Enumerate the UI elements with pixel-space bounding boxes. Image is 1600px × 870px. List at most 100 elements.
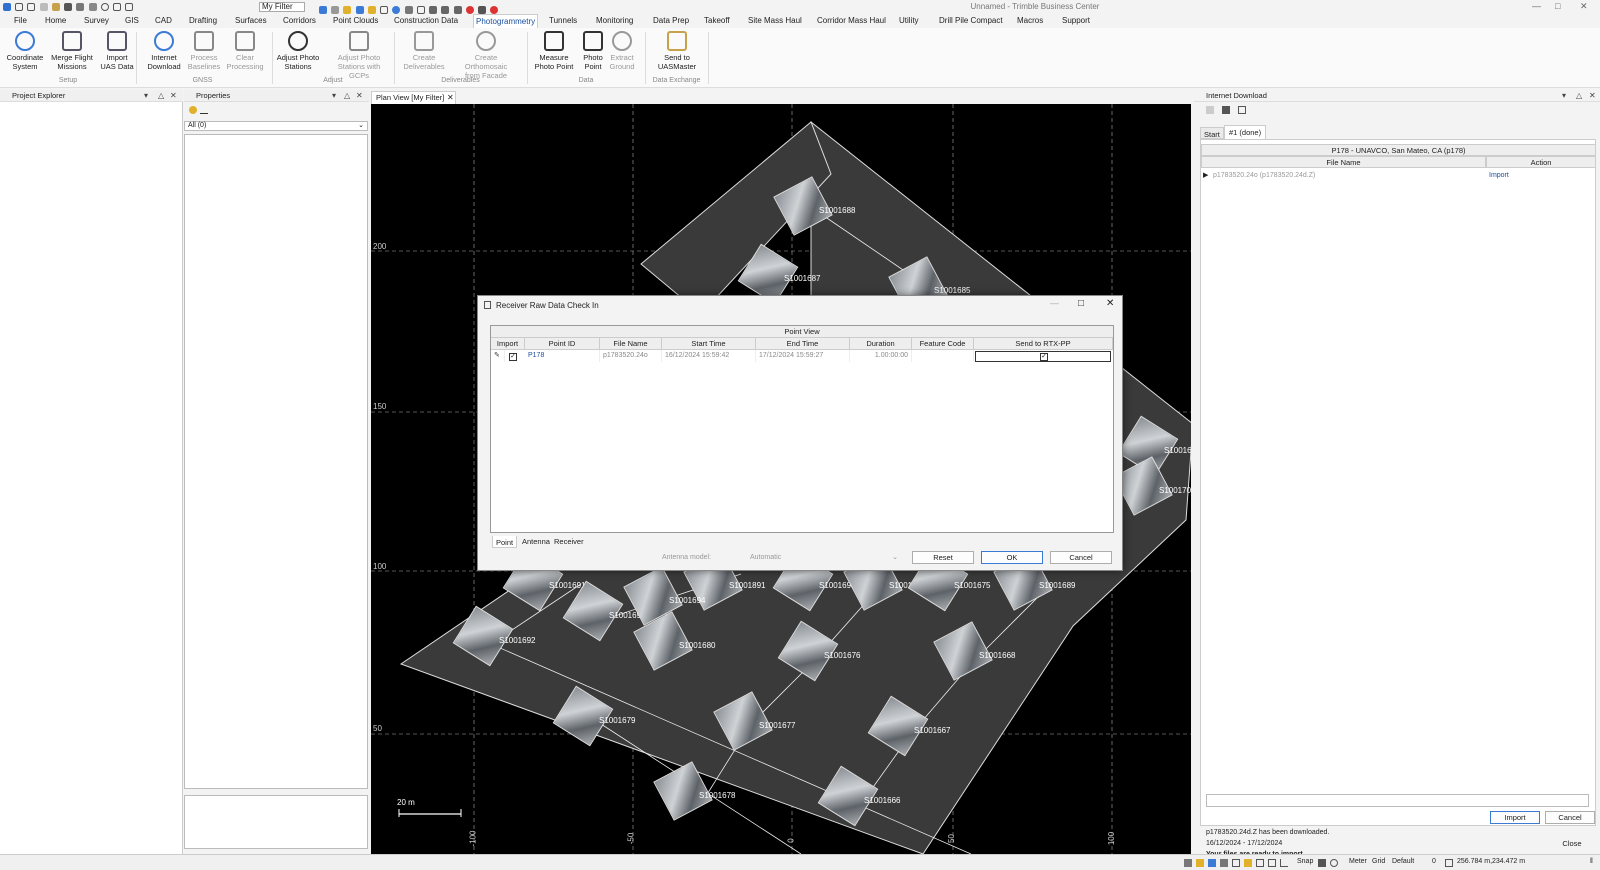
ribbon-button-7[interactable]: Adjust Photo Stations with GCPs [329,31,389,80]
panel-menu-icon[interactable]: ▾ [332,90,336,102]
status-icon[interactable] [1196,859,1204,867]
maximize-icon[interactable]: □ [1555,1,1560,11]
status-icon[interactable] [1268,859,1276,867]
menu-support[interactable]: Support [1060,14,1092,28]
measure-icon[interactable] [416,6,425,14]
lightbulb-icon[interactable] [189,106,197,114]
menu-photogrammetry[interactable]: Photogrammetry [473,14,539,28]
circle-icon[interactable] [100,3,109,11]
default-label[interactable]: Default [1392,858,1414,865]
pen-icon[interactable] [429,6,438,14]
units-label[interactable]: Meter [1349,858,1367,865]
dialog-close-icon[interactable]: ✕ [1106,298,1114,309]
menu-surfaces[interactable]: Surfaces [233,14,269,28]
ribbon-button-8[interactable]: Create Deliverables [394,31,454,71]
status-icon[interactable] [1184,859,1192,867]
note-icon[interactable] [367,6,376,14]
snap-label[interactable]: Snap [1297,858,1313,865]
app-icon[interactable] [3,3,11,11]
tool-icon[interactable] [453,6,462,14]
status-icon[interactable] [1256,859,1264,867]
folder-icon[interactable] [343,6,352,14]
panel-menu-icon[interactable]: ▾ [144,90,148,102]
pin-icon[interactable]: △ [1576,90,1582,102]
menu-takeoff[interactable]: Takeoff [702,14,732,28]
menu-point-clouds[interactable]: Point Clouds [331,14,380,28]
dialog-maximize-icon[interactable]: □ [1078,298,1084,309]
view-icon[interactable] [113,3,122,11]
close-red-icon[interactable] [490,6,499,14]
panel-close-icon[interactable]: ✕ [1589,90,1596,102]
expand-icon[interactable]: ▶ [1203,170,1208,182]
layers-icon[interactable] [355,6,364,14]
resize-grip-icon[interactable]: ‖ [1590,858,1593,865]
row-point-id[interactable]: P178 [525,350,600,362]
tab-antenna[interactable]: Antenna [520,536,552,547]
record-icon[interactable] [465,6,474,14]
page-icon[interactable] [380,6,389,14]
select-icon[interactable] [319,6,327,14]
menu-utility[interactable]: Utility [897,14,921,28]
reset-button[interactable]: Reset [912,551,974,564]
tab-receiver[interactable]: Receiver [552,536,586,547]
menu-construction-data[interactable]: Construction Data [392,14,460,28]
ribbon-button-5[interactable]: Clear Processing [215,31,275,71]
row-feature-code[interactable] [912,350,974,362]
dialog-minimize-icon[interactable]: — [1050,298,1059,308]
download-close-button[interactable]: Close [1548,838,1596,851]
menu-macros[interactable]: Macros [1015,14,1045,28]
filter-select[interactable]: My Filter [259,2,305,12]
status-icon[interactable] [1232,859,1240,867]
document-icon[interactable] [1238,106,1246,114]
panel-menu-icon[interactable]: ▾ [1562,90,1566,102]
grid-label[interactable]: Grid [1372,858,1385,865]
send-rtx-checkbox[interactable]: ✓ [1040,353,1048,361]
menu-cad[interactable]: CAD [153,14,174,28]
line-icon[interactable] [441,6,450,14]
back-icon[interactable] [1206,106,1214,114]
minimize-icon[interactable]: — [1532,1,1541,11]
tab-start[interactable]: Start [1200,127,1224,139]
save-icon[interactable] [1222,106,1230,114]
ok-button[interactable]: OK [981,551,1043,564]
tab-point[interactable]: Point [492,536,518,548]
close-icon[interactable]: ✕ [1580,1,1588,12]
globe-icon[interactable] [392,6,401,14]
undo-icon[interactable] [15,3,24,11]
pin-icon[interactable]: △ [158,90,164,102]
menu-gis[interactable]: GIS [123,14,141,28]
download-row-import-link[interactable]: Import [1489,170,1509,182]
layer-icon[interactable] [125,3,134,11]
stop-icon[interactable] [478,6,487,14]
menu-drafting[interactable]: Drafting [187,14,219,28]
status-icon[interactable] [1220,859,1228,867]
menu-tunnels[interactable]: Tunnels [547,14,579,28]
download-import-button[interactable]: Import [1490,811,1540,824]
panel-close-icon[interactable]: ✕ [356,90,363,102]
import-checkbox[interactable]: ✓ [509,353,517,361]
menu-survey[interactable]: Survey [82,14,111,28]
panel-close-icon[interactable]: ✕ [170,90,177,102]
menu-file[interactable]: File [12,14,29,28]
open-icon[interactable] [51,3,60,11]
ribbon-button-9[interactable]: Create Orthomosaic from Facade [456,31,516,80]
status-icon[interactable] [1244,859,1252,867]
status-icon[interactable] [1208,859,1216,867]
redo-icon[interactable] [27,3,36,11]
tab-close-icon[interactable]: ✕ [447,92,454,104]
filter-icon[interactable] [331,6,340,14]
cancel-button[interactable]: Cancel [1050,551,1112,564]
menu-home[interactable]: Home [43,14,68,28]
menu-site-mass-haul[interactable]: Site Mass Haul [746,14,804,28]
menu-monitoring[interactable]: Monitoring [594,14,635,28]
pin-icon[interactable]: △ [344,90,350,102]
status-icon[interactable] [1318,859,1326,867]
send-rtx-cell[interactable]: ✓ [975,351,1111,362]
menu-corridor-mass-haul[interactable]: Corridor Mass Haul [815,14,888,28]
edit-icon[interactable] [404,6,413,14]
collapse-icon[interactable] [200,106,208,114]
settings-icon[interactable] [76,3,85,11]
ribbon-button-6[interactable]: Adjust Photo Stations [268,31,328,71]
new-icon[interactable] [39,3,48,11]
print-icon[interactable] [88,3,97,11]
